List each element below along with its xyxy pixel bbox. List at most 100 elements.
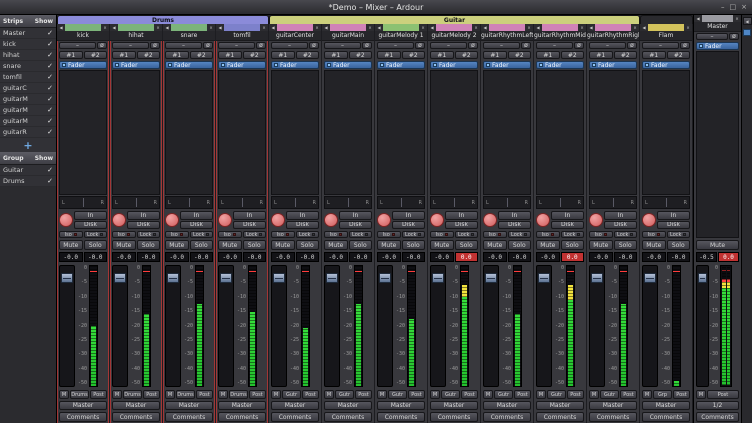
fader-processor[interactable]: Fader bbox=[589, 61, 637, 69]
solo-lock-button[interactable]: Lock bbox=[243, 231, 267, 238]
show-checkbox[interactable]: ✓ bbox=[47, 73, 53, 81]
fader-handle[interactable] bbox=[326, 273, 338, 283]
input-2-button[interactable]: #2 bbox=[508, 51, 532, 59]
mute-button[interactable]: Mute bbox=[536, 240, 560, 250]
input-2-button[interactable]: #2 bbox=[296, 51, 320, 59]
close-icon[interactable]: × bbox=[472, 24, 480, 31]
input-1-button[interactable]: #1 bbox=[324, 51, 348, 59]
meter[interactable] bbox=[248, 265, 257, 387]
trim-button[interactable]: – bbox=[430, 42, 467, 49]
strip-name-row[interactable]: guitarMain bbox=[322, 31, 374, 41]
output-button[interactable]: 1/2 bbox=[696, 401, 739, 410]
input-1-button[interactable]: #1 bbox=[271, 51, 295, 59]
solo-button[interactable]: Solo bbox=[296, 240, 320, 250]
meter[interactable] bbox=[354, 265, 363, 387]
monitor-input-button[interactable]: In bbox=[233, 211, 266, 220]
fader-track[interactable] bbox=[589, 265, 605, 387]
processor-led-icon[interactable] bbox=[168, 63, 172, 67]
solo-lock-button[interactable]: Lock bbox=[402, 231, 426, 238]
output-button[interactable]: Master bbox=[642, 401, 690, 410]
fader-processor[interactable]: Fader bbox=[59, 61, 107, 69]
output-button[interactable]: Master bbox=[324, 401, 372, 410]
panner[interactable]: L R bbox=[112, 196, 160, 209]
solo-lock-button[interactable]: Lock bbox=[349, 231, 373, 238]
metering-button[interactable]: M bbox=[165, 390, 175, 399]
processor-led-icon[interactable] bbox=[380, 63, 384, 67]
metering-button[interactable]: M bbox=[589, 390, 599, 399]
input-1-button[interactable]: #1 bbox=[430, 51, 454, 59]
output-button[interactable]: Master bbox=[536, 401, 584, 410]
phase-button[interactable]: ø bbox=[729, 33, 739, 40]
group-button[interactable]: Gutr bbox=[282, 390, 301, 399]
minimize-icon[interactable]: – bbox=[721, 3, 725, 11]
group-tab-drums[interactable]: Drums bbox=[57, 15, 269, 24]
fader-track[interactable] bbox=[642, 265, 658, 387]
fader-track[interactable] bbox=[271, 265, 287, 387]
strip-name-row[interactable]: guitarCenter bbox=[269, 31, 321, 41]
fader-handle[interactable] bbox=[114, 273, 126, 283]
record-arm-button[interactable] bbox=[324, 213, 338, 227]
show-checkbox[interactable]: ✓ bbox=[47, 177, 53, 185]
input-2-button[interactable]: #2 bbox=[455, 51, 479, 59]
peak-display[interactable]: -0.0 bbox=[84, 252, 108, 262]
trim-button[interactable]: – bbox=[271, 42, 308, 49]
comments-button[interactable]: Comments bbox=[59, 412, 107, 422]
metering-button[interactable]: M bbox=[377, 390, 387, 399]
close-icon[interactable]: × bbox=[207, 24, 215, 31]
mute-button[interactable]: Mute bbox=[430, 240, 454, 250]
solo-isolate-button[interactable]: Iso bbox=[112, 231, 136, 238]
metering-button[interactable]: M bbox=[112, 390, 122, 399]
solo-isolate-button[interactable]: Iso bbox=[377, 231, 401, 238]
strip-name-row[interactable]: snare bbox=[163, 31, 215, 41]
panner[interactable]: L R bbox=[536, 196, 584, 209]
monitor-input-button[interactable]: In bbox=[392, 211, 425, 220]
mute-button[interactable]: Mute bbox=[483, 240, 507, 250]
meter[interactable] bbox=[301, 265, 310, 387]
processor-box[interactable] bbox=[271, 70, 319, 195]
sidebar-strip-item[interactable]: guitarM✓ bbox=[0, 94, 56, 105]
comments-button[interactable]: Comments bbox=[377, 412, 425, 422]
fader-track[interactable] bbox=[59, 265, 75, 387]
metering-button[interactable]: M bbox=[324, 390, 334, 399]
record-arm-button[interactable] bbox=[218, 213, 232, 227]
sidebar-strip-item[interactable]: guitarM✓ bbox=[0, 116, 56, 127]
fader-track[interactable] bbox=[112, 265, 128, 387]
trim-button[interactable]: – bbox=[642, 42, 679, 49]
monitor-disk-button[interactable]: Disk bbox=[286, 221, 319, 230]
strip-name-row[interactable]: guitarRhythmRight bbox=[587, 31, 639, 41]
sidebar-group-item[interactable]: Guitar✓ bbox=[0, 165, 56, 176]
phase-button[interactable]: ø bbox=[521, 42, 531, 49]
record-arm-button[interactable] bbox=[642, 213, 656, 227]
solo-isolate-button[interactable]: Iso bbox=[536, 231, 560, 238]
output-button[interactable]: Master bbox=[112, 401, 160, 410]
panner[interactable]: L R bbox=[483, 196, 531, 209]
peak-display[interactable]: -0.0 bbox=[614, 252, 638, 262]
meter[interactable] bbox=[672, 265, 681, 387]
group-tab-empty[interactable] bbox=[640, 15, 693, 24]
close-icon[interactable]: × bbox=[154, 24, 162, 31]
gain-display[interactable]: -0.0 bbox=[483, 252, 507, 262]
meter[interactable] bbox=[142, 265, 151, 387]
input-1-button[interactable]: #1 bbox=[112, 51, 136, 59]
rail-fader-chip[interactable] bbox=[743, 29, 751, 36]
processor-box[interactable] bbox=[324, 70, 372, 195]
sidebar-strip-item[interactable]: hihat✓ bbox=[0, 50, 56, 61]
mute-button[interactable]: Mute bbox=[218, 240, 242, 250]
mute-button[interactable]: Mute bbox=[324, 240, 348, 250]
fader-track[interactable] bbox=[696, 265, 709, 387]
record-arm-button[interactable] bbox=[112, 213, 126, 227]
solo-button[interactable]: Solo bbox=[243, 240, 267, 250]
group-button[interactable]: Drums bbox=[70, 390, 89, 399]
processor-box[interactable] bbox=[430, 70, 478, 195]
processor-box[interactable] bbox=[59, 70, 107, 195]
monitor-disk-button[interactable]: Disk bbox=[233, 221, 266, 230]
metering-button[interactable]: M bbox=[59, 390, 69, 399]
solo-lock-button[interactable]: Lock bbox=[190, 231, 214, 238]
processor-box[interactable] bbox=[165, 70, 213, 195]
gain-display[interactable]: -0.0 bbox=[59, 252, 83, 262]
collapse-icon[interactable]: ◀ bbox=[322, 24, 330, 31]
fader-track[interactable] bbox=[324, 265, 340, 387]
monitor-disk-button[interactable]: Disk bbox=[339, 221, 372, 230]
group-button[interactable]: Gutr bbox=[600, 390, 619, 399]
collapse-icon[interactable]: ◀ bbox=[375, 24, 383, 31]
